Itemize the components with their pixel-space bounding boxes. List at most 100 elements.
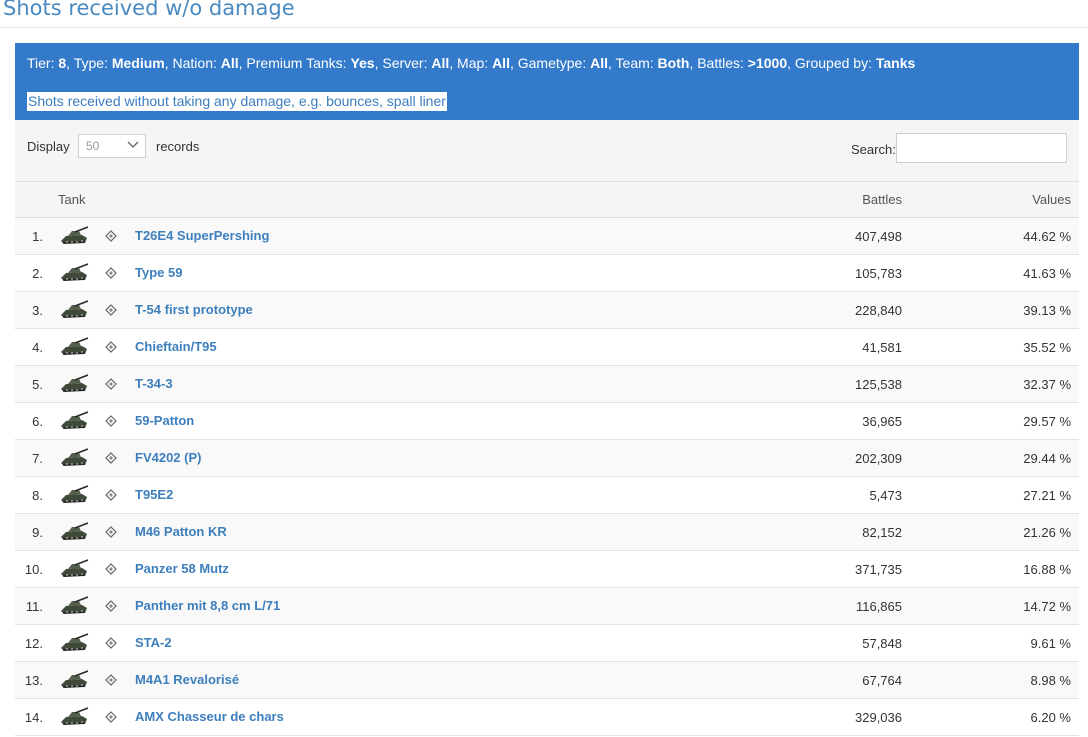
battles-value: 371,735	[855, 562, 902, 577]
rank-number: 8.	[32, 488, 43, 503]
battles-value: 228,840	[855, 303, 902, 318]
stat-value: 39.13 %	[1023, 303, 1071, 318]
battles-value: 407,498	[855, 229, 902, 244]
tank-icon	[61, 707, 89, 725]
nation-flag-icon	[105, 711, 117, 723]
records-label: records	[156, 139, 200, 154]
rank-number: 14.	[24, 710, 43, 725]
filter-value: Medium	[111, 55, 165, 71]
column-header-values[interactable]: Values	[1032, 192, 1071, 207]
tank-name-link[interactable]: M4A1 Revalorisé	[135, 672, 239, 687]
tank-icon	[61, 226, 89, 244]
tank-name-link[interactable]: T-54 first prototype	[135, 302, 253, 317]
tank-name-link[interactable]: T-34-3	[135, 376, 173, 391]
stat-value: 44.62 %	[1023, 229, 1071, 244]
nation-flag-icon	[105, 674, 117, 686]
nation-flag-icon	[105, 563, 117, 575]
tank-name-link[interactable]: Chieftain/T95	[135, 339, 217, 354]
rank-number: 3.	[32, 303, 43, 318]
table-row: 14. AMX Chasseur de chars 329,036 6.20 %	[15, 699, 1079, 736]
column-header-battles[interactable]: Battles	[862, 192, 902, 207]
tank-name-link[interactable]: AMX Chasseur de chars	[135, 709, 284, 724]
filter-value: Tanks	[875, 55, 916, 71]
tank-name-link[interactable]: FV4202 (P)	[135, 450, 201, 465]
nation-flag-icon	[105, 526, 117, 538]
stat-value: 29.44 %	[1023, 451, 1071, 466]
tank-name-link[interactable]: STA-2	[135, 635, 172, 650]
search-input[interactable]	[896, 133, 1067, 163]
display-label: Display	[27, 139, 70, 154]
filter-label: , Battles:	[689, 55, 748, 71]
tank-icon	[61, 559, 89, 577]
rank-number: 5.	[32, 377, 43, 392]
rank-number: 1.	[32, 229, 43, 244]
tank-icon	[61, 633, 89, 651]
table-header: Tank Battles Values	[15, 182, 1079, 218]
nation-flag-icon	[105, 341, 117, 353]
filter-label: , Map:	[449, 55, 493, 71]
tank-name-link[interactable]: T26E4 SuperPershing	[135, 228, 269, 243]
rank-number: 2.	[32, 266, 43, 281]
stat-value: 35.52 %	[1023, 340, 1071, 355]
tank-icon	[61, 522, 89, 540]
nation-flag-icon	[105, 600, 117, 612]
tank-name-link[interactable]: Panzer 58 Mutz	[135, 561, 229, 576]
tank-name-link[interactable]: Type 59	[135, 265, 182, 280]
nation-flag-icon	[105, 637, 117, 649]
tank-icon	[61, 485, 89, 503]
tank-table-body: 1. T26E4 SuperPershing 407,498 44.62 % 2…	[15, 218, 1079, 736]
filter-label: , Server:	[374, 55, 432, 71]
page-title: Shots received w/o damage	[3, 0, 295, 20]
nation-flag-icon	[105, 267, 117, 279]
stat-value: 16.88 %	[1023, 562, 1071, 577]
page-length-select[interactable]: 50	[78, 134, 146, 158]
filter-label: , Premium Tanks:	[238, 55, 351, 71]
stat-value: 14.72 %	[1023, 599, 1071, 614]
tank-name-link[interactable]: Panther mit 8,8 cm L/71	[135, 598, 280, 613]
table-row: 13. M4A1 Revalorisé 67,764 8.98 %	[15, 662, 1079, 699]
table-row: 9. M46 Patton KR 82,152 21.26 %	[15, 514, 1079, 551]
stat-value: 32.37 %	[1023, 377, 1071, 392]
table-row: 10. Panzer 58 Mutz 371,735 16.88 %	[15, 551, 1079, 588]
nation-flag-icon	[105, 415, 117, 427]
tank-name-link[interactable]: T95E2	[135, 487, 173, 502]
tank-icon	[61, 448, 89, 466]
tank-icon	[61, 411, 89, 429]
battles-value: 329,036	[855, 710, 902, 725]
table-row: 11. Panther mit 8,8 cm L/71 116,865 14.7…	[15, 588, 1079, 625]
filter-value: All	[590, 55, 608, 71]
battles-value: 82,152	[862, 525, 902, 540]
nation-flag-icon	[105, 452, 117, 464]
tank-icon	[61, 596, 89, 614]
tank-icon	[61, 374, 89, 392]
filter-value: Yes	[350, 55, 375, 71]
filter-label: , Gametype:	[509, 55, 591, 71]
nation-flag-icon	[105, 378, 117, 390]
filter-summary: Tier: 8, Type: Medium, Nation: All, Prem…	[27, 55, 915, 71]
battles-value: 125,538	[855, 377, 902, 392]
filter-label: Tier:	[27, 55, 59, 71]
table-controls: Display 50 records Search:	[15, 120, 1079, 182]
tank-name-link[interactable]: 59-Patton	[135, 413, 194, 428]
rank-number: 11.	[25, 599, 43, 614]
stat-value: 6.20 %	[1030, 710, 1071, 725]
table-row: 7. FV4202 (P) 202,309 29.44 %	[15, 440, 1079, 477]
column-header-tank[interactable]: Tank	[58, 192, 85, 207]
battles-value: 202,309	[855, 451, 902, 466]
nation-flag-icon	[105, 489, 117, 501]
table-row: 12. STA-2 57,848 9.61 %	[15, 625, 1079, 662]
filter-label: , Grouped by:	[787, 55, 876, 71]
title-divider	[0, 27, 1088, 28]
filter-label: , Team:	[608, 55, 658, 71]
table-row: 8. T95E2 5,473 27.21 %	[15, 477, 1079, 514]
table-row: 4. Chieftain/T95 41,581 35.52 %	[15, 329, 1079, 366]
tank-name-link[interactable]: M46 Patton KR	[135, 524, 227, 539]
stat-value: 27.21 %	[1023, 488, 1071, 503]
rank-number: 13.	[24, 673, 43, 688]
filter-value: >1000	[747, 55, 788, 71]
battles-value: 36,965	[862, 414, 902, 429]
filter-panel: Tier: 8, Type: Medium, Nation: All, Prem…	[15, 43, 1079, 120]
filter-value: All	[431, 55, 450, 71]
rank-number: 6.	[32, 414, 43, 429]
stat-value: 41.63 %	[1023, 266, 1071, 281]
